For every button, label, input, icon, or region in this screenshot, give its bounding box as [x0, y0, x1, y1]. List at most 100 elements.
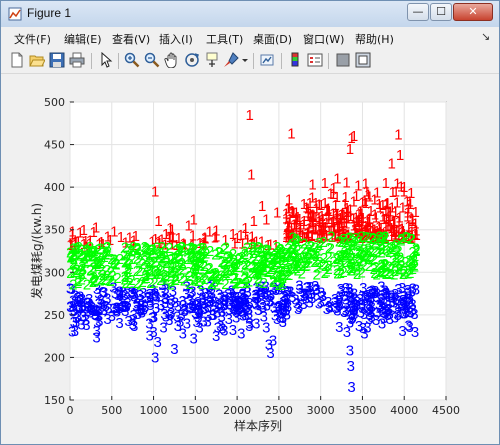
- x-tick-label: 0: [67, 404, 74, 417]
- series-2-marker: 2: [151, 262, 159, 279]
- brush-icon[interactable]: [223, 52, 239, 68]
- title-bar[interactable]: Figure 1 — ☐ ✕: [1, 1, 499, 27]
- menu-tools[interactable]: 工具(T): [206, 31, 243, 47]
- series-1-marker: 1: [354, 177, 362, 194]
- menu-desktop[interactable]: 桌面(D): [253, 31, 292, 47]
- series-1-marker: 1: [151, 183, 159, 200]
- figure-canvas[interactable]: 3333333333333333333333333333333333333333…: [1, 74, 499, 444]
- minimize-button[interactable]: —: [407, 3, 429, 21]
- x-tick-label: 4000: [390, 404, 418, 417]
- series-3-marker: 3: [325, 298, 333, 315]
- toolbar-separator: [328, 53, 329, 69]
- series-3-marker: 3: [91, 307, 99, 324]
- open-file-icon[interactable]: [29, 52, 45, 68]
- series-3-marker: 3: [137, 303, 145, 320]
- hide-plot-tools-icon[interactable]: [335, 52, 351, 68]
- y-tick-label: 500: [44, 96, 65, 109]
- menu-file[interactable]: 文件(F): [14, 31, 51, 47]
- series-3-marker: 3: [115, 315, 123, 332]
- series-1-marker: 1: [241, 220, 249, 237]
- maximize-button[interactable]: ☐: [430, 3, 452, 21]
- menu-edit[interactable]: 编辑(E): [64, 31, 102, 47]
- series-3-marker: 3: [350, 286, 358, 303]
- series-1-marker: 1: [273, 205, 281, 222]
- series-2-marker: 2: [243, 257, 251, 274]
- series-2-marker: 2: [389, 241, 397, 258]
- menu-window[interactable]: 窗口(W): [303, 31, 344, 47]
- rotate-3d-icon[interactable]: [184, 52, 200, 68]
- series-3-marker: 3: [300, 288, 308, 305]
- series-2-marker: 2: [140, 239, 148, 256]
- series-2-marker: 2: [370, 244, 378, 261]
- series-1-marker: 1: [350, 128, 358, 145]
- series-2-marker: 2: [295, 253, 303, 270]
- series-2-marker: 2: [265, 254, 273, 271]
- series-3-marker: 3: [398, 323, 406, 340]
- series-2-marker: 2: [210, 274, 218, 291]
- series-3-marker: 3: [400, 288, 408, 305]
- series-2-marker: 2: [78, 266, 86, 283]
- series-1-marker: 1: [245, 107, 253, 124]
- x-tick-label: 3000: [307, 404, 335, 417]
- series-3-marker: 3: [335, 319, 343, 336]
- series-3-marker: 3: [392, 292, 400, 309]
- series-3-marker: 3: [233, 303, 241, 320]
- series-1-marker: 1: [166, 220, 174, 237]
- series-3-marker: 3: [375, 297, 383, 314]
- series-3-marker: 3: [273, 311, 281, 328]
- series-2-marker: 2: [397, 231, 405, 248]
- x-tick-label: 2000: [223, 404, 251, 417]
- series-3-marker: 3: [258, 297, 266, 314]
- close-icon: ✕: [468, 5, 478, 18]
- series-1-marker: 1: [321, 175, 329, 192]
- series-2-marker: 2: [348, 241, 356, 258]
- y-tick-label: 450: [44, 139, 65, 152]
- close-button[interactable]: ✕: [453, 3, 493, 21]
- new-figure-icon[interactable]: [9, 52, 25, 68]
- zoom-out-icon[interactable]: [144, 52, 160, 68]
- series-2-marker: 2: [158, 239, 166, 256]
- series-1-marker: 1: [362, 183, 370, 200]
- series-1-marker: 1: [92, 219, 100, 236]
- series-2-marker: 2: [160, 269, 168, 286]
- data-cursor-icon[interactable]: [204, 52, 220, 68]
- menu-insert[interactable]: 插入(I): [159, 31, 193, 47]
- pointer-icon[interactable]: [98, 52, 114, 68]
- series-2-marker: 2: [172, 243, 180, 260]
- menu-help[interactable]: 帮助(H): [355, 31, 394, 47]
- series-2-marker: 2: [400, 263, 408, 280]
- series-1-marker: 1: [392, 183, 400, 200]
- series-1-marker: 1: [287, 126, 295, 143]
- y-tick-label: 350: [44, 224, 65, 237]
- series-1-marker: 1: [400, 179, 408, 196]
- series-3-marker: 3: [358, 300, 366, 317]
- series-3-marker: 3: [347, 358, 355, 375]
- series-3-marker: 3: [383, 302, 391, 319]
- series-2-marker: 2: [387, 266, 395, 283]
- series-1-marker: 1: [312, 200, 320, 217]
- series-2-marker: 2: [226, 250, 234, 267]
- legend-icon[interactable]: [307, 52, 323, 68]
- colorbar-icon[interactable]: [287, 52, 303, 68]
- zoom-in-icon[interactable]: [124, 52, 140, 68]
- series-1-marker: 1: [337, 206, 345, 223]
- brush-dropdown-icon[interactable]: [241, 52, 249, 68]
- series-1-marker: 1: [325, 203, 333, 220]
- series-3-marker: 3: [291, 292, 299, 309]
- scatter-plot[interactable]: 3 3333333333 33333333333333333333 33333 3333…: [1, 74, 499, 444]
- series-1-marker: 1: [357, 209, 365, 226]
- pan-hand-icon[interactable]: [164, 52, 180, 68]
- series-3-marker: 3: [229, 322, 237, 339]
- series-3-marker: 3: [408, 297, 416, 314]
- series-3-marker: 3: [342, 292, 350, 309]
- save-icon[interactable]: [49, 52, 65, 68]
- menu-view[interactable]: 查看(V): [112, 31, 150, 47]
- series-2-marker: 2: [325, 240, 333, 257]
- menu-overflow-icon[interactable]: ↘: [481, 30, 490, 43]
- show-plot-tools-icon[interactable]: [355, 52, 371, 68]
- link-plot-icon[interactable]: [259, 52, 275, 68]
- print-icon[interactable]: [69, 52, 85, 68]
- series-3-marker: 3: [279, 297, 287, 314]
- series-2-marker: 2: [348, 260, 356, 277]
- series-2-marker: 2: [409, 261, 417, 278]
